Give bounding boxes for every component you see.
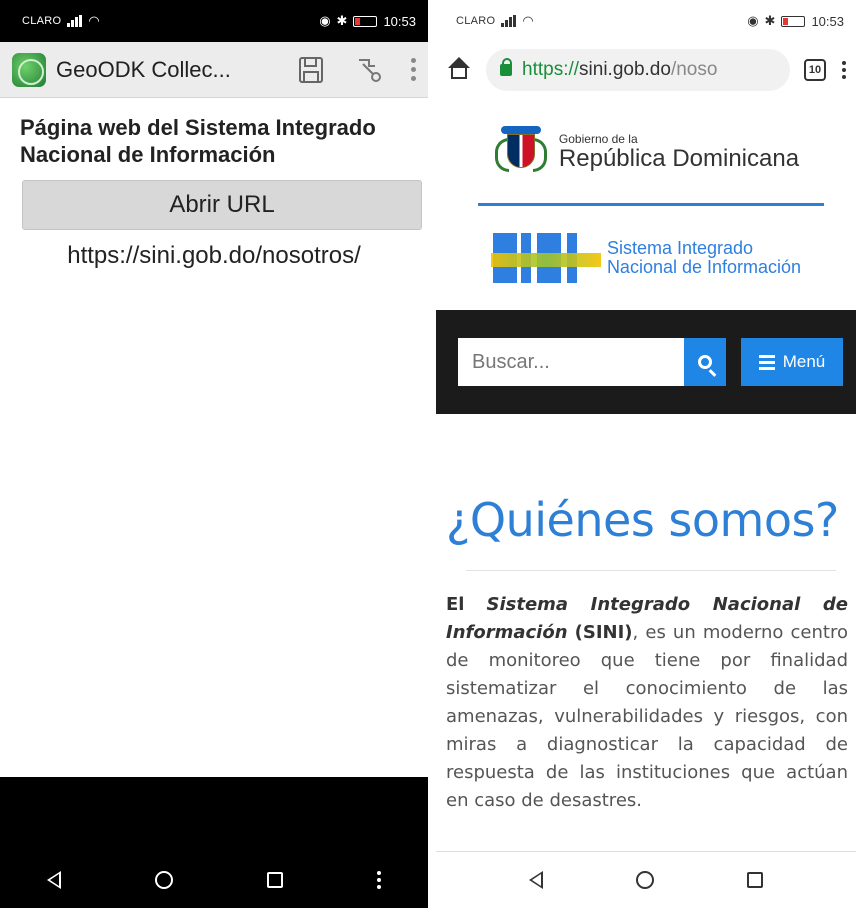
more-icon[interactable] [377, 870, 381, 889]
go-to-prompt-button[interactable] [351, 52, 387, 88]
page-title: ¿Quiénes somos? [446, 493, 839, 547]
search-icon [698, 355, 712, 369]
status-bar: CLARO ◠ ◉ ✱ 10:53 [436, 0, 856, 42]
save-form-button[interactable] [293, 52, 329, 88]
battery-icon [781, 15, 806, 27]
signal-icon [67, 15, 83, 27]
carrier-label: CLARO [22, 15, 62, 27]
sini-logo-block[interactable]: Sistema Integrado Nacional de Informació… [436, 206, 856, 310]
browser-menu-icon[interactable] [842, 61, 846, 79]
sini-line1: Sistema Integrado [606, 238, 754, 258]
right-phone-screen: CLARO ◠ ◉ ✱ 10:53 https:// sini.gob.do /… [436, 0, 856, 908]
tab-switcher-button[interactable]: 10 [804, 59, 826, 81]
menu-button[interactable]: Menú [741, 338, 843, 386]
intro-paragraph: El Sistema Integrado Nacional de Informa… [446, 591, 856, 815]
question-label: Página web del Sistema Integrado Naciona… [20, 115, 376, 167]
government-line1: Gobierno de la [558, 132, 638, 146]
status-bar: CLARO ◠ ◉ ✱ 10:53 [0, 0, 428, 42]
back-icon[interactable] [47, 870, 61, 889]
carrier-label: CLARO [456, 15, 496, 27]
home-icon[interactable] [155, 870, 173, 889]
wifi-icon: ◠ [522, 13, 534, 28]
coat-of-arms-icon [493, 124, 549, 180]
para-body: , es un moderno centro de monitoreo que … [446, 622, 848, 811]
page-content: ¿Quiénes somos? El Sistema Integrado Nac… [436, 492, 856, 815]
eye-icon: ◉ [747, 13, 759, 28]
para-lead: El [446, 594, 465, 615]
recent-apps-icon[interactable] [747, 872, 763, 888]
back-icon[interactable] [529, 871, 543, 889]
floppy-disk-icon [299, 56, 323, 83]
sini-logo-icon [490, 227, 601, 289]
browser-home-icon[interactable] [446, 57, 472, 83]
app-title: GeoODK Collec... [56, 56, 231, 82]
menu-label: Menú [782, 352, 826, 371]
title-divider [466, 570, 836, 571]
clock: 10:53 [383, 13, 416, 29]
url-path: /noso [670, 59, 718, 80]
recent-apps-icon[interactable] [267, 871, 283, 888]
url-scheme: https:// [522, 59, 580, 80]
system-nav-bar [0, 851, 428, 908]
lock-icon [500, 58, 512, 76]
search-input[interactable]: Buscar... [458, 338, 684, 386]
search-button[interactable] [684, 338, 726, 386]
header-divider [478, 203, 824, 206]
overflow-menu-icon[interactable] [411, 58, 416, 81]
url-value: https://sini.gob.do/nosotros/ [67, 242, 361, 269]
clock: 10:53 [811, 13, 844, 29]
signal-icon [501, 15, 517, 27]
browser-toolbar: https:// sini.gob.do /noso 10 [436, 42, 856, 98]
sini-line2: Nacional de Información [606, 257, 802, 277]
bluetooth-icon: ✱ [336, 13, 348, 28]
eye-icon: ◉ [319, 13, 331, 28]
bluetooth-icon: ✱ [764, 13, 776, 28]
open-url-button[interactable]: Abrir URL [22, 180, 422, 230]
battery-icon [353, 15, 378, 27]
url-host: sini.gob.do [579, 59, 671, 80]
forward-jump-icon [359, 58, 381, 82]
app-toolbar: GeoODK Collec... [0, 42, 428, 98]
government-name[interactable]: Gobierno de la República Dominicana [559, 132, 799, 172]
address-bar[interactable]: https:// sini.gob.do /noso [486, 49, 790, 91]
search-menu-bar: Buscar... Menú [436, 310, 856, 414]
wifi-icon: ◠ [88, 13, 100, 28]
para-acronym: (SINI) [574, 622, 633, 643]
government-line2: República Dominicana [558, 145, 800, 172]
geoodk-logo-icon [12, 52, 46, 87]
left-phone-screen: CLARO ◠ ◉ ✱ 10:53 GeoODK Collec... Págin… [0, 0, 428, 908]
home-icon[interactable] [636, 871, 654, 889]
screenshot-gap [428, 0, 436, 908]
hamburger-icon [758, 354, 775, 370]
system-nav-bar [436, 851, 856, 908]
government-header: Gobierno de la República Dominicana [436, 98, 856, 206]
bottom-black-area [0, 777, 428, 851]
